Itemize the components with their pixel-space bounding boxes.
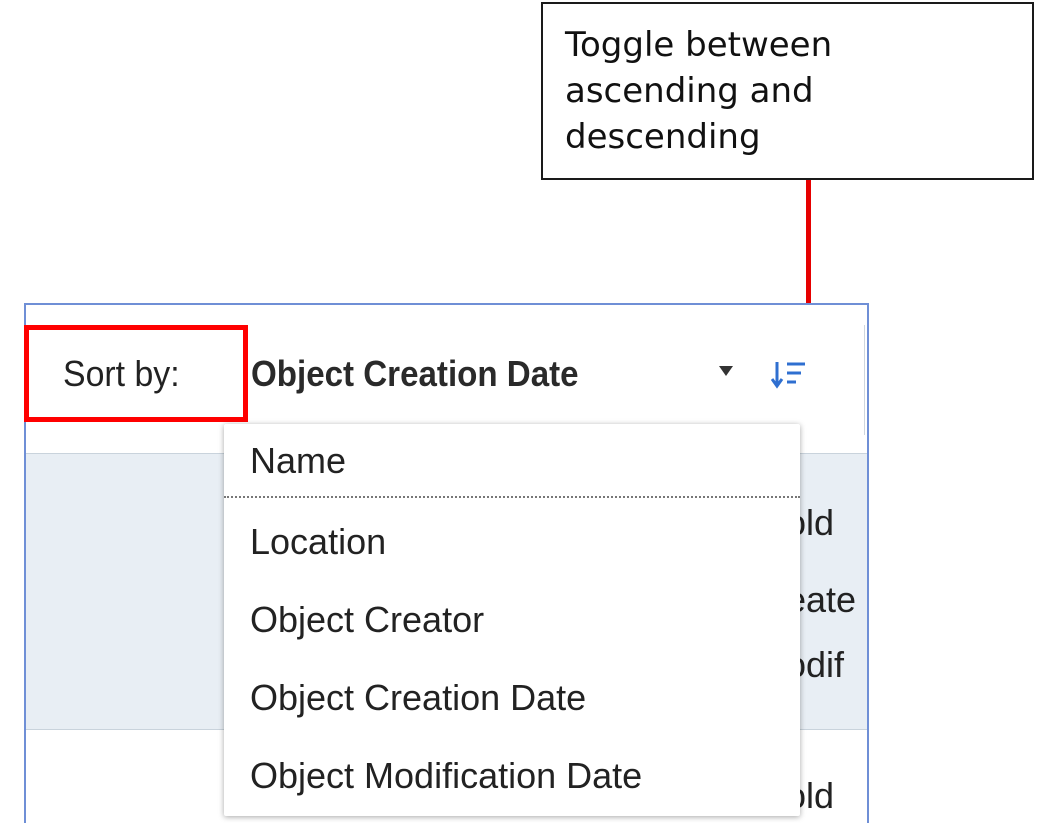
toolbar-divider	[864, 325, 865, 435]
menu-item-object-modification-date[interactable]: Object Modification Date	[224, 738, 800, 814]
menu-item-object-creation-date[interactable]: Object Creation Date	[224, 660, 800, 736]
menu-item-name[interactable]: Name	[224, 424, 800, 498]
sort-field-menu: Name Location Object Creator Object Crea…	[224, 424, 800, 816]
sort-descending-icon[interactable]	[771, 358, 811, 392]
annotation-callout: Toggle between ascending and descending	[541, 2, 1034, 180]
sort-label-highlight	[24, 325, 248, 422]
menu-item-location[interactable]: Location	[224, 504, 800, 580]
sort-field-select[interactable]: Object Creation Date	[251, 352, 579, 396]
menu-item-object-creator[interactable]: Object Creator	[224, 582, 800, 658]
caret-down-icon[interactable]	[719, 366, 733, 376]
callout-text: Toggle between ascending and descending	[565, 25, 833, 157]
